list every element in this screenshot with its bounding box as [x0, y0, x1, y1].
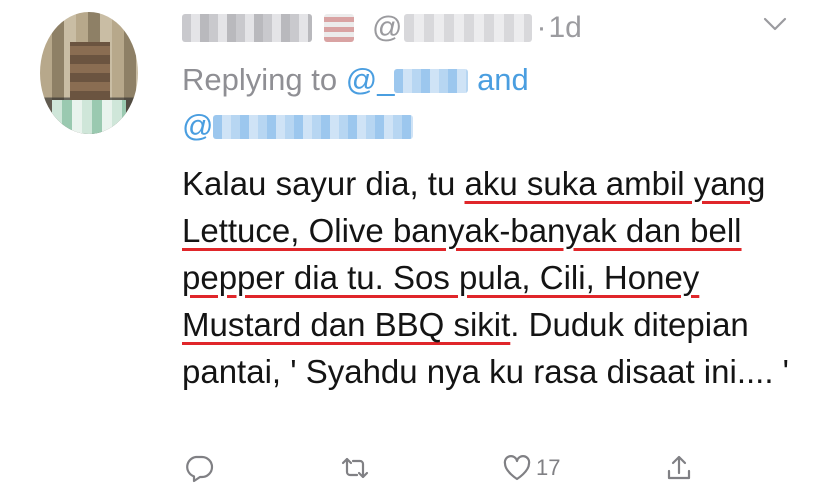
avatar-shirt: [52, 100, 126, 134]
mention-2-redacted: [213, 115, 414, 139]
like-button[interactable]: 17: [502, 448, 560, 488]
handle-redacted[interactable]: [404, 14, 533, 42]
action-bar: 17: [0, 448, 828, 488]
display-name-redacted[interactable]: [182, 14, 312, 42]
replying-to-line: Replying to @_ and: [182, 58, 529, 102]
replying-and: and: [477, 62, 529, 97]
separator-dot: ·: [536, 11, 547, 44]
tweet-header: @ · 1d: [182, 8, 582, 48]
chevron-down-icon[interactable]: [762, 14, 788, 34]
flag-emoji-redacted: [324, 14, 354, 42]
timestamp[interactable]: 1d: [548, 11, 581, 45]
share-icon: [667, 455, 691, 480]
mention-2[interactable]: @: [182, 104, 414, 148]
comment-icon: [186, 455, 214, 483]
avatar-face: [70, 42, 110, 100]
share-button[interactable]: [664, 448, 694, 488]
retweet-button[interactable]: [340, 448, 370, 488]
handle-at-symbol: @: [372, 11, 403, 44]
tweet-text-part-1: Kalau sayur dia, tu: [182, 165, 465, 202]
mention-1-redacted: [394, 69, 469, 93]
heart-icon: [503, 455, 531, 481]
replying-to-label: Replying to: [182, 62, 338, 97]
mention-1[interactable]: @_: [346, 62, 469, 97]
tweet-text: Kalau sayur dia, tu aku suka ambil yang …: [182, 160, 812, 395]
like-count: 17: [536, 455, 561, 480]
avatar[interactable]: [40, 12, 138, 134]
retweet-icon: [341, 457, 369, 479]
reply-button[interactable]: [184, 448, 214, 488]
